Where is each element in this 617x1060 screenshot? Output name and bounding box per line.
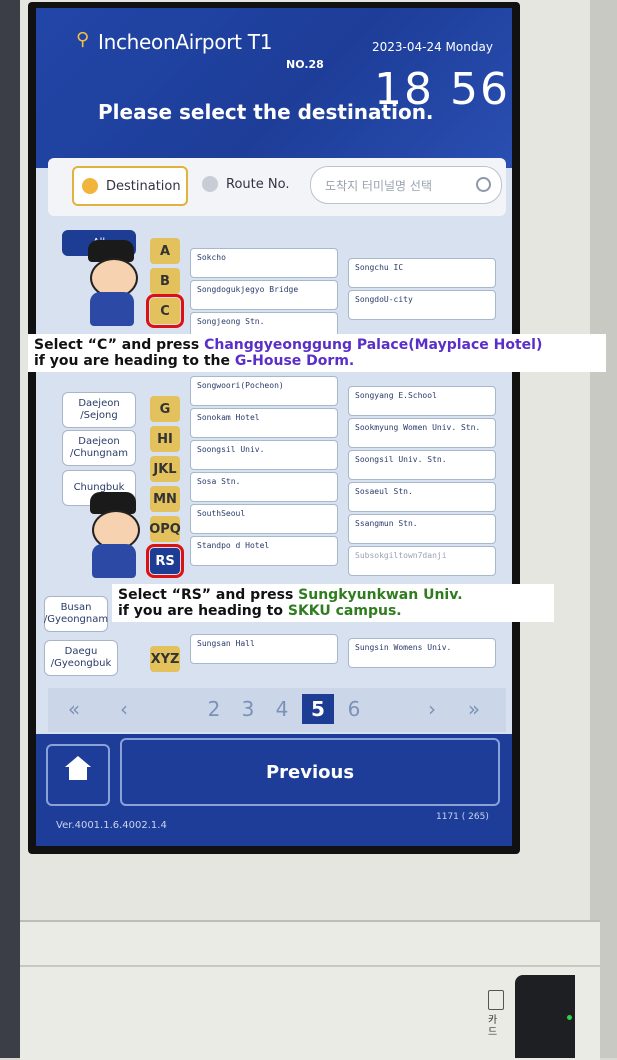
region-daejeon-chungnam[interactable]: Daejeon /Chungnam bbox=[62, 430, 136, 466]
current-date: 2023-04-24 Monday bbox=[372, 40, 493, 54]
instruction-callout-g-house: Select “C” and press Changgyeonggung Pal… bbox=[28, 334, 606, 372]
kiosk-number: NO.28 bbox=[286, 58, 324, 71]
terminal-location: IncheonAirport T1 bbox=[98, 30, 273, 54]
filter-destination-label: Destination bbox=[106, 178, 181, 194]
search-icon bbox=[476, 177, 491, 192]
location-pin-icon: ⚲ bbox=[76, 29, 90, 50]
kiosk-panel-seam bbox=[20, 965, 600, 967]
previous-button[interactable]: Previous bbox=[120, 738, 500, 806]
letter-c-button[interactable]: C bbox=[146, 294, 184, 328]
callout-highlight: SKKU campus. bbox=[287, 603, 402, 619]
destination-item[interactable]: SongdoU-city bbox=[348, 290, 496, 320]
destination-item[interactable]: Songwoori(Pocheon) bbox=[190, 376, 338, 406]
card-icon bbox=[488, 990, 504, 1010]
kiosk-counter: 1171 ( 265) bbox=[436, 812, 489, 822]
letter-opq-button[interactable]: OPQ bbox=[149, 516, 181, 542]
bottom-bar: Previous Ver.4001.1.6.4002.1.4 1171 ( 26… bbox=[36, 734, 512, 846]
kiosk-screen: ⚲ IncheonAirport T1 NO.28 2023-04-24 Mon… bbox=[36, 8, 512, 846]
filter-destination-button[interactable]: Destination bbox=[72, 166, 188, 206]
kiosk-cabinet-edge bbox=[590, 0, 617, 1058]
destination-item[interactable]: Standpo d Hotel bbox=[190, 536, 338, 566]
letter-xyz-button[interactable]: XYZ bbox=[150, 646, 180, 672]
mascot-body bbox=[90, 292, 134, 326]
card-reader-slot[interactable] bbox=[515, 975, 575, 1058]
region-label: Daejeon /Sejong bbox=[78, 398, 120, 421]
destination-item[interactable]: Sungsin Womens Univ. bbox=[348, 638, 496, 668]
callout-text: if you are heading to bbox=[118, 603, 288, 619]
region-daegu-gyeongbuk[interactable]: Daegu /Gyeongbuk bbox=[44, 640, 118, 676]
destination-item[interactable]: Songchu IC bbox=[348, 258, 496, 288]
destination-item[interactable]: Soongsil Univ. Stn. bbox=[348, 450, 496, 480]
mascot-body bbox=[92, 544, 136, 578]
callout-text: Select “RS” and press bbox=[118, 587, 299, 603]
home-button[interactable] bbox=[46, 744, 110, 806]
first-page-button[interactable]: « bbox=[58, 694, 90, 724]
callout-highlight: Sungkyunkwan Univ. bbox=[298, 587, 463, 603]
search-input[interactable]: 도착지 터미널명 선택 bbox=[310, 166, 502, 204]
destination-item[interactable]: SouthSeoul bbox=[190, 504, 338, 534]
letter-mn-button[interactable]: MN bbox=[150, 486, 180, 512]
card-reader-label: 카드 bbox=[488, 1015, 498, 1038]
destination-item[interactable]: Sosa Stn. bbox=[190, 472, 338, 502]
page-button[interactable]: 2 bbox=[198, 694, 230, 724]
header-bar: ⚲ IncheonAirport T1 NO.28 2023-04-24 Mon… bbox=[36, 8, 512, 168]
check-icon bbox=[82, 178, 98, 194]
mascot-illustration bbox=[78, 240, 148, 328]
region-busan-gyeongnam[interactable]: Busan /Gyeongnam bbox=[44, 596, 108, 632]
region-label: Busan /Gyeongnam bbox=[43, 602, 109, 625]
region-daejeon-sejong[interactable]: Daejeon /Sejong bbox=[62, 392, 136, 428]
prev-page-button[interactable]: ‹ bbox=[108, 694, 140, 724]
region-label: Daejeon /Chungnam bbox=[70, 436, 128, 459]
current-page-button[interactable]: 5 bbox=[302, 694, 334, 724]
destination-item[interactable]: Subsokgiltown7danji bbox=[348, 546, 496, 576]
callout-highlight: G-House Dorm. bbox=[234, 353, 355, 369]
software-version: Ver.4001.1.6.4002.1.4 bbox=[56, 820, 167, 831]
letter-hi-button[interactable]: HI bbox=[150, 426, 180, 452]
callout-text: Select “C” and press bbox=[34, 337, 205, 353]
last-page-button[interactable]: » bbox=[458, 694, 490, 724]
destination-item[interactable]: Songdogukjegyo Bridge bbox=[190, 280, 338, 310]
kiosk-lower-panel bbox=[20, 920, 600, 1060]
instruction-callout-skku: Select “RS” and press Sungkyunkwan Univ.… bbox=[112, 584, 554, 622]
page-button[interactable]: 3 bbox=[232, 694, 264, 724]
page-button[interactable]: 6 bbox=[338, 694, 370, 724]
letter-b-button[interactable]: B bbox=[150, 268, 180, 294]
destination-item[interactable]: Sosaeul Stn. bbox=[348, 482, 496, 512]
check-icon bbox=[202, 176, 218, 192]
destination-item[interactable]: Sookmyung Women Univ. Stn. bbox=[348, 418, 496, 448]
page-title: Please select the destination. bbox=[98, 100, 434, 124]
destination-item[interactable]: Sonokam Hotel bbox=[190, 408, 338, 438]
letter-jkl-button[interactable]: JKL bbox=[150, 456, 180, 482]
destination-item[interactable]: Songyang E.School bbox=[348, 386, 496, 416]
destination-item[interactable]: Soongsil Univ. bbox=[190, 440, 338, 470]
letter-a-button[interactable]: A bbox=[150, 238, 180, 264]
next-page-button[interactable]: › bbox=[416, 694, 448, 724]
filter-route-button[interactable]: Route No. bbox=[194, 166, 294, 202]
callout-highlight: Changgyeonggung Palace(Mayplace Hotel) bbox=[204, 337, 543, 353]
search-placeholder: 도착지 터미널명 선택 bbox=[325, 179, 432, 193]
pagination: « ‹ 2 3 4 5 6 › » bbox=[48, 688, 506, 732]
destination-item[interactable]: Sungsan Hall bbox=[190, 634, 338, 664]
filter-bar: Destination Route No. 도착지 터미널명 선택 bbox=[48, 158, 506, 216]
region-label: Daegu /Gyeongbuk bbox=[50, 646, 112, 669]
letter-rs-button[interactable]: RS bbox=[146, 544, 184, 578]
page-button[interactable]: 4 bbox=[266, 694, 298, 724]
filter-route-label: Route No. bbox=[226, 176, 290, 192]
mascot-illustration bbox=[80, 492, 150, 580]
callout-text: if you are heading to the bbox=[34, 353, 235, 369]
destination-item[interactable]: Sokcho bbox=[190, 248, 338, 278]
letter-g-button[interactable]: G bbox=[150, 396, 180, 422]
destination-item[interactable]: Ssangmun Stn. bbox=[348, 514, 496, 544]
home-icon bbox=[65, 756, 91, 780]
